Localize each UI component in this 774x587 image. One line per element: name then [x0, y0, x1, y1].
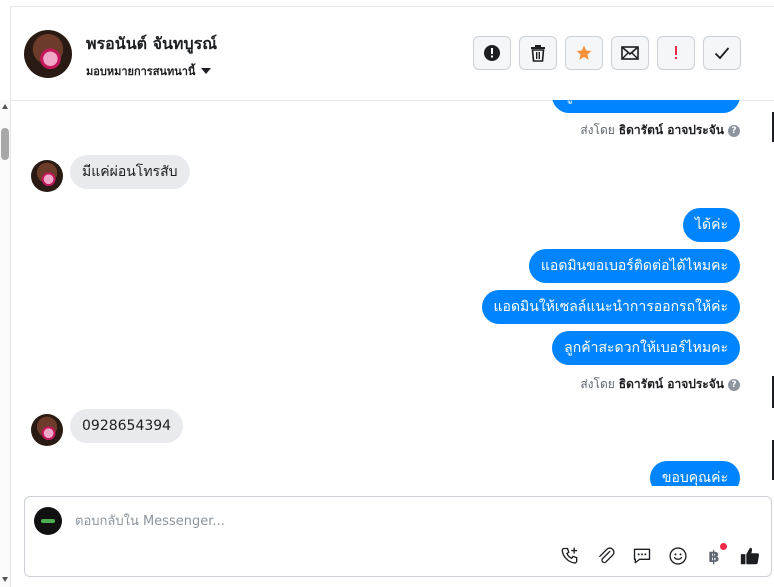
message-bubble-outgoing[interactable]: แอดมินให้เซลล์แนะนำการออกรถให้ค่ะ — [481, 290, 740, 324]
smiley-icon — [669, 547, 687, 565]
attach-button[interactable] — [595, 545, 617, 567]
assign-label: มอบหมายการสนทนานี้ — [86, 65, 196, 78]
envelope-icon — [621, 46, 639, 60]
mark-done-button[interactable] — [703, 36, 741, 70]
alert-circle-icon — [484, 45, 500, 61]
phone-plus-icon — [561, 547, 578, 564]
thumbs-up-icon — [740, 547, 760, 565]
like-button[interactable] — [739, 545, 761, 567]
trash-icon — [531, 45, 545, 62]
message-bubble-outgoing[interactable]: ได้ค่ะ — [682, 208, 740, 242]
message-bubble-incoming[interactable]: 0928654394 — [70, 409, 184, 443]
baht-icon: ฿ — [708, 546, 720, 566]
sent-by-label: ส่งโดย ธิดารัตน์ อาจประจัน ? — [580, 375, 740, 394]
follow-up-button[interactable] — [657, 36, 695, 70]
paperclip-icon — [599, 547, 615, 564]
sent-by-name: ธิดารัตน์ อาจประจัน — [618, 123, 724, 137]
scroll-up-icon[interactable] — [2, 104, 8, 109]
notification-dot — [720, 543, 727, 550]
payment-button[interactable]: ฿ — [703, 543, 727, 567]
conversation-header: พรอนันต์ จันทบูรณ์ มอบหมายการสนทนานี้ — [11, 7, 774, 101]
message-bubble-outgoing[interactable]: ลูกค้าสะดวกให้เบอร์ไหมคะ — [552, 100, 740, 113]
saved-replies-button[interactable] — [631, 545, 653, 567]
sent-by-prefix: ส่งโดย — [580, 123, 615, 137]
help-icon[interactable]: ? — [728, 378, 740, 391]
message-bubble-outgoing[interactable]: ลูกค้าสะดวกให้เบอร์ไหมคะ — [552, 331, 740, 365]
delete-button[interactable] — [519, 36, 557, 70]
help-icon[interactable]: ? — [728, 124, 740, 137]
message-list[interactable]: ลูกค้าสะดวกให้เบอร์ไหมคะ ส่งโดย ธิดารัตน… — [11, 100, 774, 486]
star-icon — [576, 45, 592, 60]
check-icon — [714, 47, 730, 60]
message-bubble-outgoing[interactable]: แอดมินขอเบอร์ติดต่อได้ไหมคะ — [528, 249, 740, 283]
emoji-button[interactable] — [667, 545, 689, 567]
scroll-down-icon[interactable] — [2, 577, 8, 582]
chat-bubble-icon — [633, 548, 651, 564]
reply-input[interactable] — [73, 510, 677, 532]
mark-unread-button[interactable] — [611, 36, 649, 70]
sent-by-prefix: ส่งโดย — [580, 377, 615, 391]
exclamation-icon — [675, 46, 677, 59]
mark-spam-button[interactable] — [473, 36, 511, 70]
scrollbar[interactable] — [0, 100, 10, 587]
contact-name[interactable]: พรอนันต์ จันทบูรณ์ — [86, 32, 217, 57]
reply-composer: ฿ — [24, 496, 772, 577]
messenger-window: พรอนันต์ จันทบูรณ์ มอบหมายการสนทนานี้ ส่… — [0, 0, 774, 587]
contact-avatar-small[interactable] — [31, 414, 63, 446]
star-button[interactable] — [565, 36, 603, 70]
sent-by-name: ธิดารัตน์ อาจประจัน — [618, 377, 724, 391]
scrollbar-thumb[interactable] — [1, 128, 9, 160]
message-bubble-outgoing[interactable]: ขอบคุณค่ะ — [649, 461, 740, 486]
call-button[interactable] — [559, 545, 581, 567]
caret-down-icon — [201, 68, 212, 74]
header-actions — [473, 36, 741, 70]
message-bubble-incoming[interactable]: มีแค่ผ่อนโทรสับ — [70, 155, 190, 189]
contact-avatar-small[interactable] — [31, 160, 63, 192]
composer-toolbar: ฿ — [559, 543, 761, 567]
page-avatar — [34, 507, 62, 535]
contact-avatar[interactable] — [24, 30, 72, 78]
assign-conversation-dropdown[interactable]: มอบหมายการสนทนานี้ — [86, 62, 212, 80]
sent-by-label: ส่งโดย ธิดารัตน์ อาจประจัน ? — [580, 121, 740, 140]
